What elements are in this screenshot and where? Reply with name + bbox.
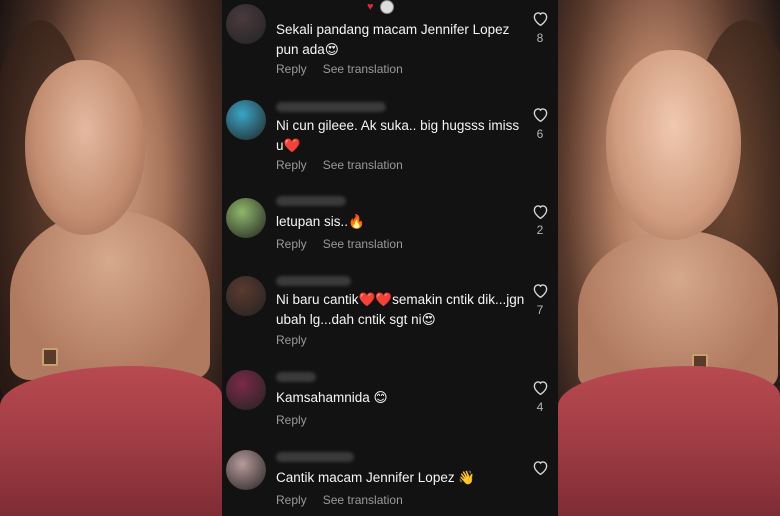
- avatar[interactable]: [226, 450, 266, 490]
- username[interactable]: [276, 102, 386, 112]
- heart-outline-icon[interactable]: [529, 380, 551, 395]
- comment-actions: Reply See translation: [276, 493, 403, 507]
- avatar: [379, 0, 394, 14]
- heart-outline-icon[interactable]: [529, 283, 551, 298]
- comment-actions: Reply See translation: [276, 158, 403, 172]
- see-translation-button[interactable]: See translation: [323, 62, 403, 76]
- comment-actions: Reply: [276, 413, 307, 427]
- left-photo: [0, 0, 222, 516]
- heart-outline-icon[interactable]: [529, 204, 551, 219]
- heart-outline-icon[interactable]: [529, 460, 551, 475]
- heart-outline-icon[interactable]: [529, 11, 551, 26]
- like-count: 4: [536, 400, 544, 414]
- like-count: 8: [536, 31, 544, 45]
- comment-text: Kamsahamnida 😊: [276, 390, 388, 405]
- comment-actions: Reply See translation: [276, 62, 403, 76]
- right-photo: [558, 0, 780, 516]
- comment-text: Sekali pandang macam Jennifer Lopez pun …: [276, 22, 510, 57]
- comment-actions: Reply See translation: [276, 237, 403, 251]
- like-count: 7: [536, 303, 544, 317]
- like-count: 2: [536, 223, 544, 237]
- avatar[interactable]: [226, 4, 266, 44]
- username[interactable]: [276, 452, 354, 462]
- comment-text: letupan sis..🔥: [276, 214, 365, 229]
- red-dress: [0, 366, 222, 516]
- comment-text: Ni cun gileee. Ak suka.. big hugsss imis…: [276, 118, 520, 153]
- top-reactions: ♥: [367, 0, 394, 14]
- face: [25, 60, 145, 235]
- comment-text: Ni baru cantik❤️❤️semakin cntik dik...jg…: [276, 292, 525, 327]
- reply-button[interactable]: Reply: [276, 237, 307, 251]
- comments-panel: ♥ Sekali pandang macam Jennifer Lopez pu…: [222, 0, 558, 516]
- face: [606, 50, 741, 240]
- red-dress: [558, 366, 780, 516]
- avatar[interactable]: [226, 276, 266, 316]
- heart-outline-icon[interactable]: [529, 107, 551, 122]
- reply-button[interactable]: Reply: [276, 493, 307, 507]
- see-translation-button[interactable]: See translation: [323, 158, 403, 172]
- comment-actions: Reply: [276, 333, 307, 347]
- like-count: 6: [536, 127, 544, 141]
- username[interactable]: [276, 372, 316, 382]
- pendant: [42, 348, 58, 366]
- avatar[interactable]: [226, 198, 266, 238]
- reply-button[interactable]: Reply: [276, 62, 307, 76]
- see-translation-button[interactable]: See translation: [323, 493, 403, 507]
- username[interactable]: [276, 196, 346, 206]
- see-translation-button[interactable]: See translation: [323, 237, 403, 251]
- username[interactable]: [276, 276, 351, 286]
- shoulders: [10, 210, 210, 380]
- avatar[interactable]: [226, 370, 266, 410]
- comment-text: Cantik macam Jennifer Lopez 👋: [276, 470, 476, 485]
- reply-button[interactable]: Reply: [276, 413, 307, 427]
- red-heart-icon: ♥: [367, 1, 374, 13]
- reply-button[interactable]: Reply: [276, 333, 307, 347]
- avatar[interactable]: [226, 100, 266, 140]
- reply-button[interactable]: Reply: [276, 158, 307, 172]
